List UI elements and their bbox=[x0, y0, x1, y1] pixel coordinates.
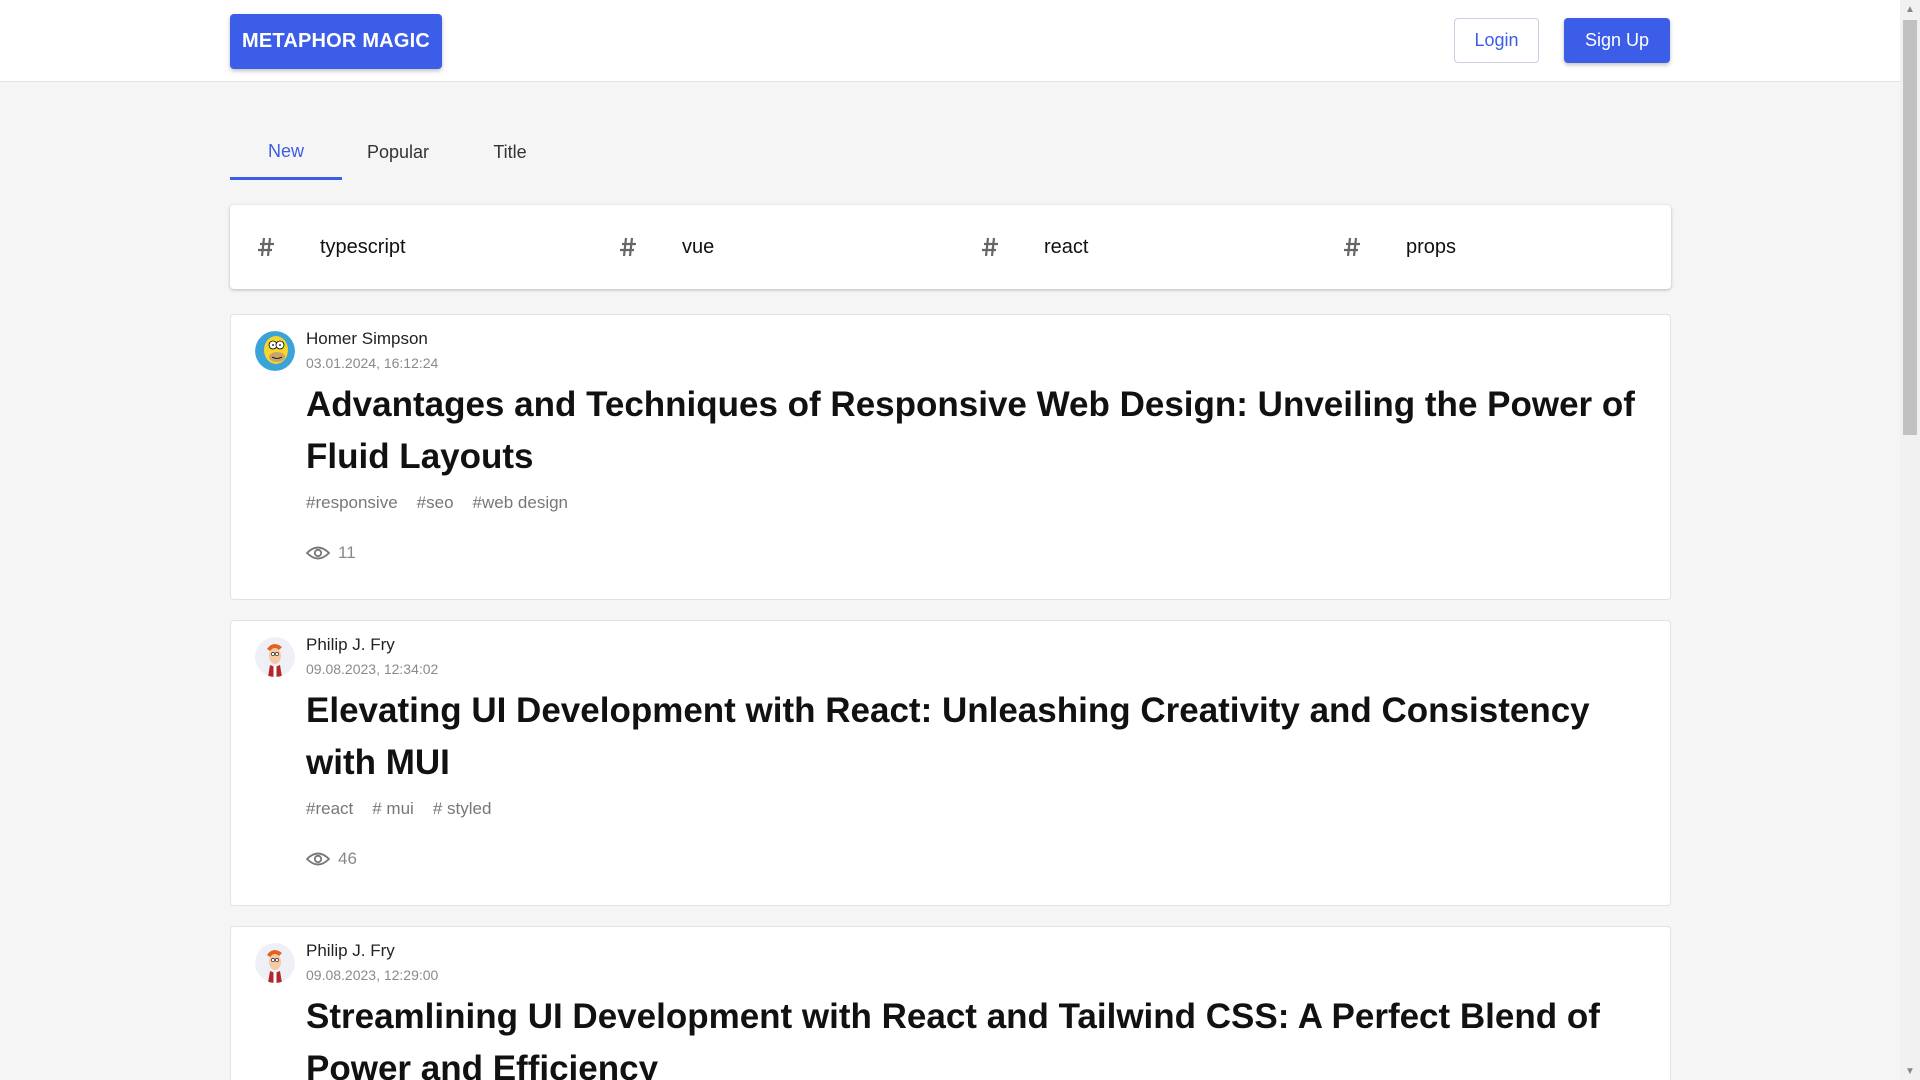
homer-avatar[interactable] bbox=[255, 331, 295, 371]
tag-vue[interactable]: vue bbox=[592, 205, 714, 289]
scroll-up-arrow-icon[interactable]: ▲ bbox=[1900, 0, 1920, 18]
top-app-bar: METAPHOR MAGIC Login Sign Up bbox=[0, 0, 1900, 82]
eye-icon bbox=[306, 546, 330, 560]
tab-popular[interactable]: Popular bbox=[342, 125, 454, 180]
post-tags: #react # mui # styled bbox=[306, 799, 491, 819]
view-count-value: 11 bbox=[338, 543, 356, 562]
post-tag[interactable]: #seo bbox=[417, 493, 454, 513]
author-name[interactable]: Philip J. Fry bbox=[306, 941, 395, 961]
tag-label: react bbox=[1044, 235, 1089, 258]
post-date: 09.08.2023, 12:29:00 bbox=[306, 967, 439, 983]
tag-props[interactable]: props bbox=[1316, 205, 1456, 289]
fry-avatar[interactable] bbox=[255, 637, 295, 677]
post-tag[interactable]: #responsive bbox=[306, 493, 398, 513]
hash-icon bbox=[258, 237, 274, 257]
eye-icon bbox=[306, 852, 330, 866]
view-count: 46 bbox=[306, 849, 357, 869]
tab-title[interactable]: Title bbox=[454, 125, 566, 180]
post-tag[interactable]: # styled bbox=[433, 799, 492, 819]
scroll-thumb[interactable] bbox=[1903, 20, 1917, 435]
popular-tags-bar: typescript vue react props bbox=[230, 205, 1671, 289]
logo[interactable]: METAPHOR MAGIC bbox=[230, 14, 442, 69]
view-count-value: 46 bbox=[338, 849, 357, 868]
page-scrollbar[interactable]: ▲ ▼ bbox=[1900, 0, 1920, 1080]
post-tags: #responsive #seo #web design bbox=[306, 493, 568, 513]
hash-icon bbox=[1344, 237, 1360, 257]
post-tag[interactable]: #web design bbox=[473, 493, 568, 513]
login-button[interactable]: Login bbox=[1454, 18, 1539, 63]
scroll-down-arrow-icon[interactable]: ▼ bbox=[1900, 1062, 1920, 1080]
post-card[interactable]: Homer Simpson 03.01.2024, 16:12:24 Advan… bbox=[230, 314, 1671, 600]
post-date: 09.08.2023, 12:34:02 bbox=[306, 661, 439, 677]
post-tag[interactable]: # mui bbox=[372, 799, 414, 819]
post-date: 03.01.2024, 16:12:24 bbox=[306, 355, 439, 371]
post-card[interactable]: Philip J. Fry 09.08.2023, 12:34:02 Eleva… bbox=[230, 620, 1671, 906]
tag-react[interactable]: react bbox=[954, 205, 1088, 289]
view-count: 11 bbox=[306, 543, 356, 563]
post-title[interactable]: Advantages and Techniques of Responsive … bbox=[306, 379, 1636, 483]
hash-icon bbox=[982, 237, 998, 257]
fry-avatar[interactable] bbox=[255, 943, 295, 983]
hash-icon bbox=[620, 237, 636, 257]
tag-label: vue bbox=[682, 235, 715, 258]
post-tag[interactable]: #react bbox=[306, 799, 353, 819]
tab-new[interactable]: New bbox=[230, 125, 342, 180]
post-card[interactable]: Philip J. Fry 09.08.2023, 12:29:00 Strea… bbox=[230, 926, 1671, 1080]
post-title[interactable]: Elevating UI Development with React: Unl… bbox=[306, 685, 1636, 789]
tag-label: typescript bbox=[320, 235, 406, 258]
signup-button[interactable]: Sign Up bbox=[1564, 18, 1670, 63]
author-name[interactable]: Philip J. Fry bbox=[306, 635, 395, 655]
author-name[interactable]: Homer Simpson bbox=[306, 329, 428, 349]
sort-tabs: New Popular Title bbox=[230, 125, 566, 180]
tag-label: props bbox=[1406, 235, 1457, 258]
post-title[interactable]: Streamlining UI Development with React a… bbox=[306, 991, 1636, 1080]
tag-typescript[interactable]: typescript bbox=[230, 205, 406, 289]
